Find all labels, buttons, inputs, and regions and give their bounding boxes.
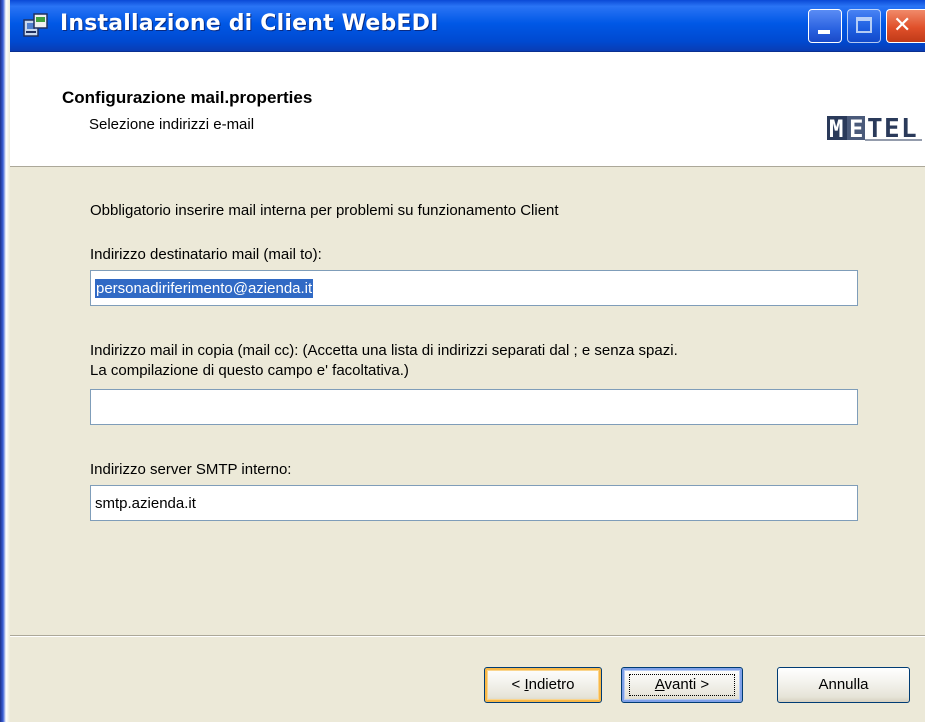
- svg-text:M: M: [829, 115, 843, 143]
- footer-separator-highlight: [10, 636, 925, 637]
- wizard-header: Configurazione mail.properties Selezione…: [10, 52, 925, 167]
- page-subtitle: Selezione indirizzi e-mail: [89, 116, 255, 133]
- mail-cc-label-line1: Indirizzo mail in copia (mail cc): (Acce…: [90, 342, 678, 359]
- maximize-icon: [856, 17, 872, 33]
- close-button[interactable]: ✕: [886, 9, 925, 43]
- mail-cc-input[interactable]: [90, 389, 858, 425]
- window-title: Installazione di Client WebEDI: [60, 11, 439, 36]
- mail-to-label: Indirizzo destinatario mail (mail to):: [90, 246, 322, 263]
- mail-cc-label-line2: La compilazione di questo campo e' facol…: [90, 362, 409, 379]
- back-button[interactable]: < Indietro: [484, 667, 602, 703]
- metel-logo: M E T E L: [827, 112, 922, 146]
- window-left-border: [0, 0, 10, 722]
- installer-icon: [22, 12, 50, 40]
- minimize-icon: [818, 30, 830, 34]
- close-icon: ✕: [893, 13, 912, 38]
- minimize-button[interactable]: [808, 9, 842, 43]
- title-bar[interactable]: Installazione di Client WebEDI ✕: [0, 0, 925, 52]
- instructions-text: Obbligatorio inserire mail interna per p…: [90, 202, 559, 219]
- mail-to-input[interactable]: personadiriferimento@azienda.it: [90, 270, 858, 306]
- installer-window: Installazione di Client WebEDI ✕ Configu…: [0, 0, 925, 722]
- smtp-input[interactable]: smtp.azienda.it: [90, 485, 858, 521]
- page-title: Configurazione mail.properties: [62, 88, 313, 107]
- smtp-label: Indirizzo server SMTP interno:: [90, 461, 292, 478]
- next-button[interactable]: Avanti >: [621, 667, 743, 703]
- focus-rectangle: [629, 674, 735, 696]
- cancel-button[interactable]: Annulla: [777, 667, 910, 703]
- maximize-button[interactable]: [847, 9, 881, 43]
- smtp-value: smtp.azienda.it: [95, 495, 196, 512]
- svg-text:E: E: [849, 115, 863, 143]
- mail-to-value: personadiriferimento@azienda.it: [95, 279, 314, 298]
